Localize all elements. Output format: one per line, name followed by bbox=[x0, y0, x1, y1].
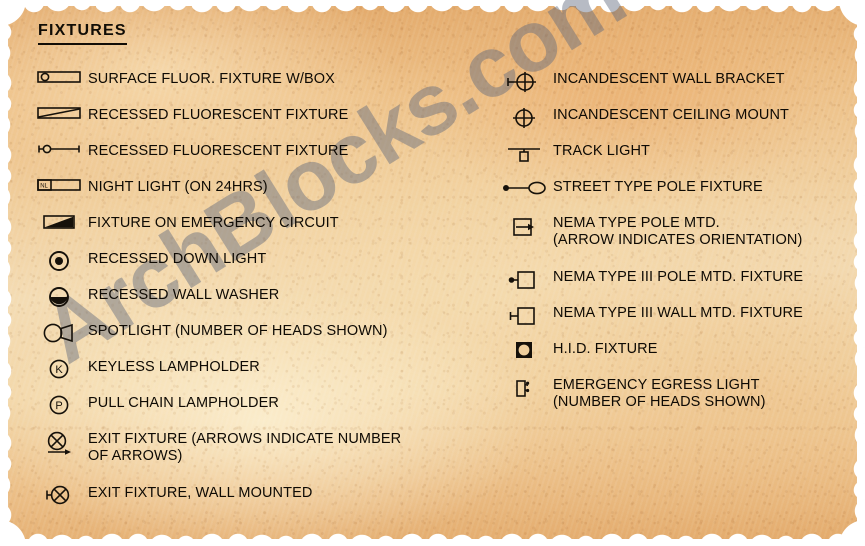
legend-row: INCANDESCENT CEILING MOUNT bbox=[495, 106, 855, 142]
legend-label: NEMA TYPE POLE MTD. (ARROW INDICATES ORI… bbox=[553, 215, 803, 248]
legend-label: RECESSED FLUORESCENT FIXTURE bbox=[88, 143, 349, 159]
legend-label: H.I.D. FIXTURE bbox=[553, 341, 658, 357]
surface-fluorescent-fixture-with-box-symbol bbox=[30, 70, 88, 84]
legend-label: NEMA TYPE III WALL MTD. FIXTURE bbox=[553, 305, 803, 321]
legend-row: NL NIGHT LIGHT (ON 24HRS) bbox=[30, 178, 480, 214]
nema-type-iii-wall-mounted-fixture-symbol bbox=[495, 304, 553, 328]
recessed-down-light-symbol bbox=[30, 250, 88, 272]
legend-label: EXIT FIXTURE (ARROWS INDICATE NUMBER OF … bbox=[88, 431, 402, 464]
recessed-wall-washer-symbol bbox=[30, 286, 88, 308]
hid-fixture-symbol bbox=[495, 340, 553, 360]
spotlight-symbol bbox=[30, 322, 88, 344]
legend-row: SURFACE FLUOR. FIXTURE W/BOX bbox=[30, 70, 480, 106]
legend-label: KEYLESS LAMPHOLDER bbox=[88, 359, 260, 375]
legend-row: RECESSED DOWN LIGHT bbox=[30, 250, 480, 286]
legend-label: FIXTURE ON EMERGENCY CIRCUIT bbox=[88, 215, 339, 231]
legend-label: EMERGENCY EGRESS LIGHT (NUMBER OF HEADS … bbox=[553, 377, 766, 410]
right-symbol-column: INCANDESCENT WALL BRACKET INCANDESCENT C… bbox=[495, 70, 855, 426]
svg-text:P: P bbox=[55, 400, 62, 412]
legend-row: EXIT FIXTURE (ARROWS INDICATE NUMBER OF … bbox=[30, 430, 480, 484]
legend-row: INCANDESCENT WALL BRACKET bbox=[495, 70, 855, 106]
nema-type-iii-pole-mounted-fixture-symbol bbox=[495, 268, 553, 292]
page-title: FIXTURES bbox=[38, 22, 127, 45]
legend-row: NEMA TYPE III WALL MTD. FIXTURE bbox=[495, 304, 855, 340]
legend-label: SPOTLIGHT (NUMBER OF HEADS SHOWN) bbox=[88, 323, 388, 339]
emergency-egress-light-symbol bbox=[495, 376, 553, 400]
fixtures-legend-sheet: ArchBlocks.com FIXTURES SURFACE FLUOR. F… bbox=[0, 0, 865, 546]
street-type-pole-fixture-symbol bbox=[495, 178, 553, 198]
legend-label: RECESSED WALL WASHER bbox=[88, 287, 280, 303]
legend-row: FIXTURE ON EMERGENCY CIRCUIT bbox=[30, 214, 480, 250]
legend-label: INCANDESCENT CEILING MOUNT bbox=[553, 107, 789, 123]
incandescent-wall-bracket-symbol bbox=[495, 70, 553, 94]
legend-row: K KEYLESS LAMPHOLDER bbox=[30, 358, 480, 394]
exit-fixture-wall-mounted-symbol bbox=[30, 484, 88, 506]
night-light-abbrev: NL bbox=[40, 184, 48, 190]
legend-label: RECESSED FLUORESCENT FIXTURE bbox=[88, 107, 349, 123]
left-symbol-column: SURFACE FLUOR. FIXTURE W/BOX RECESSED FL… bbox=[30, 70, 480, 520]
keyless-lampholder-symbol: K bbox=[30, 358, 88, 380]
legend-content: FIXTURES SURFACE FLUOR. FIXTURE W/BOX RE… bbox=[0, 0, 865, 546]
legend-row: EXIT FIXTURE, WALL MOUNTED bbox=[30, 484, 480, 520]
legend-label: PULL CHAIN LAMPHOLDER bbox=[88, 395, 279, 411]
legend-row: NEMA TYPE III POLE MTD. FIXTURE bbox=[495, 268, 855, 304]
legend-label: TRACK LIGHT bbox=[553, 143, 650, 159]
legend-row: RECESSED WALL WASHER bbox=[30, 286, 480, 322]
legend-label: SURFACE FLUOR. FIXTURE W/BOX bbox=[88, 71, 335, 87]
exit-fixture-symbol bbox=[30, 430, 88, 459]
legend-row: EMERGENCY EGRESS LIGHT (NUMBER OF HEADS … bbox=[495, 376, 855, 426]
legend-row: P PULL CHAIN LAMPHOLDER bbox=[30, 394, 480, 430]
legend-row: SPOTLIGHT (NUMBER OF HEADS SHOWN) bbox=[30, 322, 480, 358]
legend-row: RECESSED FLUORESCENT FIXTURE bbox=[30, 142, 480, 178]
legend-label: EXIT FIXTURE, WALL MOUNTED bbox=[88, 485, 313, 501]
pull-chain-lampholder-symbol: P bbox=[30, 394, 88, 416]
legend-row: NEMA TYPE POLE MTD. (ARROW INDICATES ORI… bbox=[495, 214, 855, 268]
night-light-symbol: NL bbox=[30, 178, 88, 192]
legend-row: H.I.D. FIXTURE bbox=[495, 340, 855, 376]
incandescent-ceiling-mount-symbol bbox=[495, 106, 553, 130]
svg-text:K: K bbox=[55, 364, 63, 376]
legend-label: NIGHT LIGHT (ON 24HRS) bbox=[88, 179, 268, 195]
legend-row: STREET TYPE POLE FIXTURE bbox=[495, 178, 855, 214]
legend-label: INCANDESCENT WALL BRACKET bbox=[553, 71, 785, 87]
legend-label: STREET TYPE POLE FIXTURE bbox=[553, 179, 763, 195]
recessed-fluorescent-fixture-strip-symbol bbox=[30, 142, 88, 156]
fixture-on-emergency-circuit-symbol bbox=[30, 214, 88, 230]
legend-row: RECESSED FLUORESCENT FIXTURE bbox=[30, 106, 480, 142]
nema-type-pole-mounted-symbol bbox=[495, 214, 553, 238]
legend-row: TRACK LIGHT bbox=[495, 142, 855, 178]
track-light-symbol bbox=[495, 142, 553, 164]
recessed-fluorescent-fixture-diagonal-symbol bbox=[30, 106, 88, 120]
legend-label: RECESSED DOWN LIGHT bbox=[88, 251, 267, 267]
legend-label: NEMA TYPE III POLE MTD. FIXTURE bbox=[553, 269, 804, 285]
